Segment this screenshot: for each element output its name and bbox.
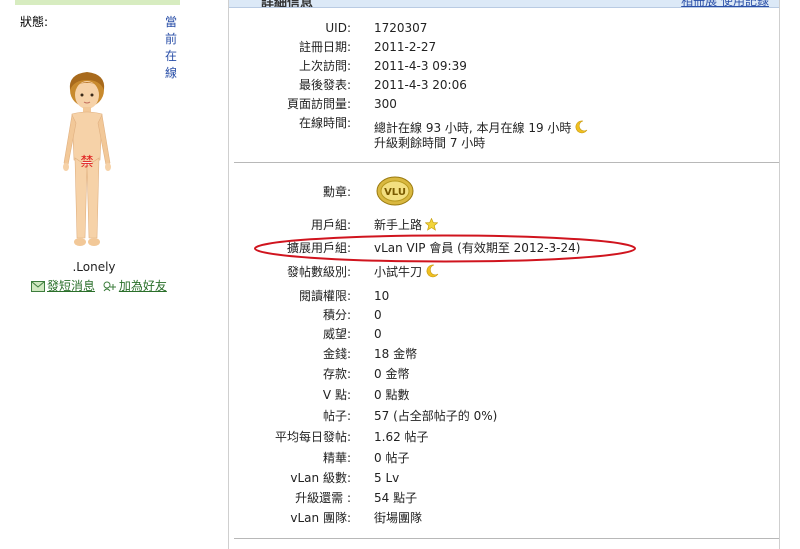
row-label: 頁面訪問量:	[286, 97, 351, 111]
section-divider	[234, 162, 779, 163]
avatar: 禁	[63, 72, 111, 246]
row-value: 0	[374, 327, 382, 341]
row-value: 54 點子	[374, 491, 418, 505]
profile-detail-panel: 詳細信息 相冊展 使用記錄 UID: 1720307 註冊日期: 2011-2-…	[228, 0, 780, 549]
row-value: 0 金幣	[374, 367, 410, 381]
row-value: 1.62 帖子	[374, 430, 429, 444]
row-value: 0 點數	[374, 388, 410, 402]
row-value: 1720307	[374, 21, 428, 35]
status-value: 當前在線	[165, 15, 178, 80]
user-group-value: 新手上路	[374, 216, 439, 234]
row-label: 金錢:	[322, 347, 351, 361]
add-friend-link[interactable]: 加為好友	[119, 279, 167, 293]
row-value: 新手上路	[374, 218, 423, 232]
row-label: 存款:	[322, 367, 351, 381]
page-margin	[780, 0, 800, 549]
row-label: V 點:	[322, 388, 351, 402]
row-value-secondary: 升級剩餘時間 7 小時	[374, 136, 486, 150]
row-label: 平均每日發帖:	[274, 430, 351, 444]
row-value: 0 帖子	[374, 451, 410, 465]
medal-icon: VLU	[376, 176, 414, 206]
row-label: 發帖數級別:	[286, 265, 351, 279]
row-label: 帖子:	[322, 409, 351, 423]
row-value: 2011-2-27	[374, 40, 437, 54]
row-value: 0	[374, 308, 382, 322]
row-label: 閱讀權限:	[298, 289, 351, 303]
row-label: 升級還需 :	[295, 491, 351, 505]
row-label: vLan 級數:	[290, 471, 351, 485]
section-divider	[234, 538, 779, 539]
highlight-ellipse	[254, 234, 636, 263]
row-label: UID:	[325, 21, 351, 35]
row-value: 5 Lv	[374, 471, 400, 485]
moon-icon	[576, 120, 588, 134]
sidebar-top-bar	[15, 0, 180, 5]
panel-header: 詳細信息 相冊展 使用記錄	[229, 0, 779, 8]
row-value: 2011-4-3 20:06	[374, 78, 467, 92]
avatar-mark: 禁	[80, 155, 93, 170]
row-label: 最後發表:	[298, 78, 351, 92]
header-links[interactable]: 相冊展 使用記錄	[681, 0, 769, 7]
profile-sidebar: 狀態: 當前在線 禁 .Lonely 發短消息 加為好友	[0, 0, 204, 549]
row-value: 街場團隊	[374, 511, 423, 525]
row-label: 在線時間:	[298, 116, 351, 130]
row-label: 用戶組:	[310, 218, 351, 232]
row-label: 註冊日期:	[298, 40, 351, 54]
row-value: 18 金幣	[374, 347, 418, 361]
row-label: 威望:	[322, 327, 351, 341]
moon-icon	[426, 264, 439, 278]
row-value: 57 (占全部帖子的 0%)	[374, 409, 498, 423]
row-value: 總計在線 93 小時, 本月在線 19 小時	[374, 121, 572, 135]
row-label: 勳章:	[322, 185, 351, 199]
star-icon	[425, 218, 439, 231]
username: .Lonely	[72, 260, 116, 274]
row-value: 2011-4-3 09:39	[374, 59, 467, 73]
row-value: 300	[374, 97, 397, 111]
post-level-value: 小試牛刀	[374, 263, 439, 281]
row-value: 小試牛刀	[374, 265, 423, 279]
status-label: 狀態:	[20, 15, 49, 29]
row-label: 精華:	[322, 451, 351, 465]
row-label: 積分:	[322, 308, 351, 322]
row-label: 上次訪問:	[298, 59, 351, 73]
row-label: vLan 團隊:	[290, 511, 351, 525]
medal-text: VLU	[384, 187, 406, 198]
message-icon	[31, 281, 45, 292]
profile-actions: 發短消息 加為好友	[31, 277, 167, 294]
row-value: 10	[374, 289, 390, 303]
online-status: 狀態: 當前在線	[20, 13, 177, 80]
add-friend-icon	[103, 281, 116, 292]
send-message-link[interactable]: 發短消息	[47, 279, 95, 293]
panel-title: 詳細信息	[261, 0, 314, 8]
